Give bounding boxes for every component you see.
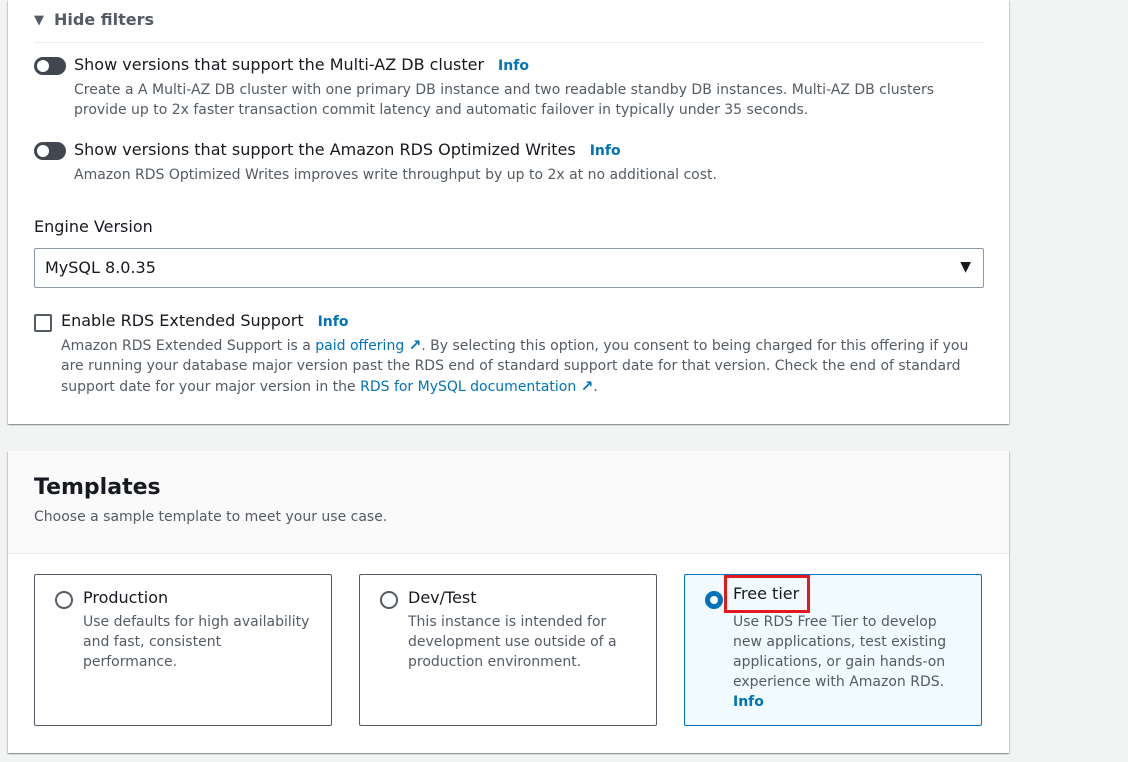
multi-az-toggle[interactable] [34,57,66,75]
multi-az-description: Create a A Multi-AZ DB cluster with one … [74,82,935,118]
paid-offering-link[interactable]: paid offering [315,338,404,354]
template-tile-production[interactable]: Production Use defaults for high availab… [34,574,332,726]
free-tier-radio[interactable] [705,591,723,609]
templates-header: Templates Choose a sample template to me… [8,451,1009,554]
extended-support-description: Amazon RDS Extended Support is a paid of… [61,336,969,395]
dropdown-caret-icon: ▼ [960,259,971,275]
optimized-writes-title: Show versions that support the Amazon RD… [74,140,576,159]
production-radio[interactable] [55,591,73,609]
production-description: Use defaults for high availability and f… [83,614,310,670]
external-link-icon: ↗ [408,336,422,354]
dev-test-title: Dev/Test [408,588,477,607]
engine-version-value: MySQL 8.0.35 [45,258,156,277]
free-tier-title: Free tier [723,575,811,613]
engine-version-label: Engine Version [34,217,153,236]
optimized-writes-toggle[interactable] [34,142,66,160]
dev-test-description: This instance is intended for developmen… [408,614,617,670]
caret-down-icon: ▼ [34,13,44,28]
optimized-writes-filter: Show versions that support the Amazon RD… [34,140,984,190]
production-title: Production [83,588,169,607]
free-tier-info-link[interactable]: Info [733,692,969,712]
dev-test-radio[interactable] [380,591,398,609]
templates-title: Templates [34,475,161,500]
external-link-icon: ↗ [580,377,594,395]
templates-subtitle: Choose a sample template to meet your us… [34,509,388,525]
extended-support-title: Enable RDS Extended Support [61,311,304,330]
multi-az-filter: Show versions that support the Multi-AZ … [34,55,984,125]
template-tile-dev-test[interactable]: Dev/Test This instance is intended for d… [359,574,657,726]
extended-support-info-link[interactable]: Info [318,314,349,330]
optimized-writes-info-link[interactable]: Info [590,143,621,159]
extended-support-checkbox[interactable] [34,314,52,332]
optimized-writes-description: Amazon RDS Optimized Writes improves wri… [74,167,717,183]
free-tier-description: Use RDS Free Tier to develop new applica… [733,612,969,712]
template-tile-free-tier[interactable]: Free tier Use RDS Free Tier to develop n… [684,574,982,726]
hide-filters-toggle[interactable]: ▼ Hide filters [34,10,984,43]
engine-version-select[interactable]: MySQL 8.0.35 ▼ [34,248,984,288]
templates-panel: Templates Choose a sample template to me… [8,451,1009,753]
multi-az-title: Show versions that support the Multi-AZ … [74,55,485,74]
engine-options-panel: ▼ Hide filters Show versions that suppor… [8,0,1009,424]
hide-filters-label: Hide filters [54,10,155,29]
rds-mysql-docs-link[interactable]: RDS for MySQL documentation [360,379,576,395]
multi-az-info-link[interactable]: Info [498,58,529,74]
